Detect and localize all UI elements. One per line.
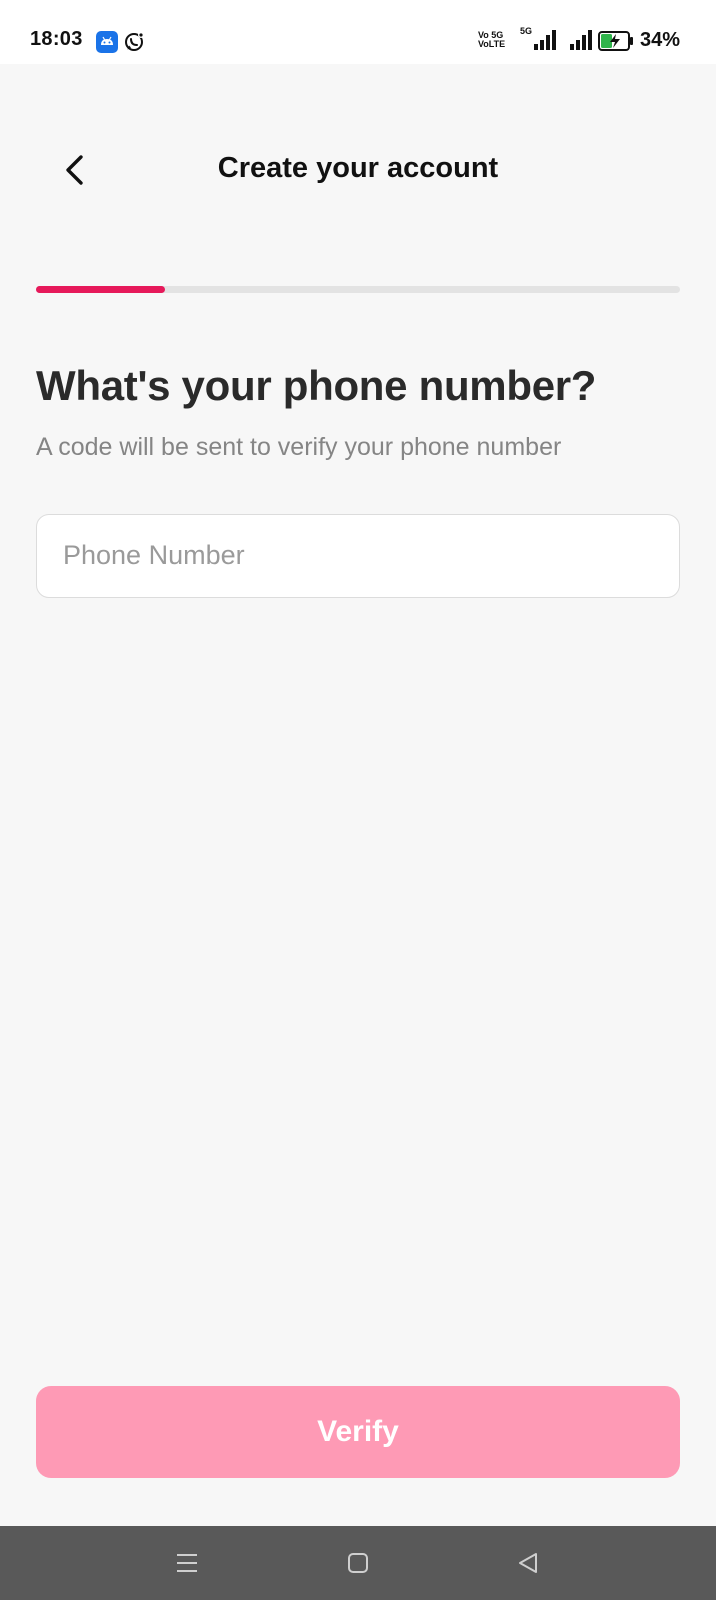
status-indicators: Vo 5G VoLTE 5G 34% [478,26,680,54]
network-type: Vo 5G VoLTE [478,31,514,49]
menu-icon [177,1554,197,1572]
network-line-2: VoLTE [477,39,506,49]
status-time: 18:03 [30,28,83,50]
home-button[interactable] [343,1548,373,1578]
home-icon [348,1553,368,1573]
signal-icon-2 [569,30,592,50]
system-nav-bar [0,1526,716,1600]
android-app-icon [96,31,118,53]
status-bar: 18:03 Vo 5G VoLTE 5G 34% [0,0,716,64]
phone-number-input[interactable] [63,515,653,596]
menu-button[interactable] [172,1548,202,1578]
whatsapp-icon [123,31,145,53]
form-heading: What's your phone number? [36,362,597,409]
progress-fill [36,286,165,293]
battery-charging-icon [597,31,634,51]
page-title: Create your account [217,152,499,184]
signup-progress-bar [36,286,680,293]
form-subheading: A code will be sent to verify your phone… [36,433,562,461]
signal-icon [533,30,556,50]
nav-back-button[interactable] [513,1548,543,1578]
phone-number-field[interactable] [36,514,680,598]
verify-button[interactable]: Verify [36,1386,680,1478]
back-icon [519,1553,537,1573]
five-g-label: 5G [519,26,532,36]
battery-percent: 34% [639,28,680,51]
